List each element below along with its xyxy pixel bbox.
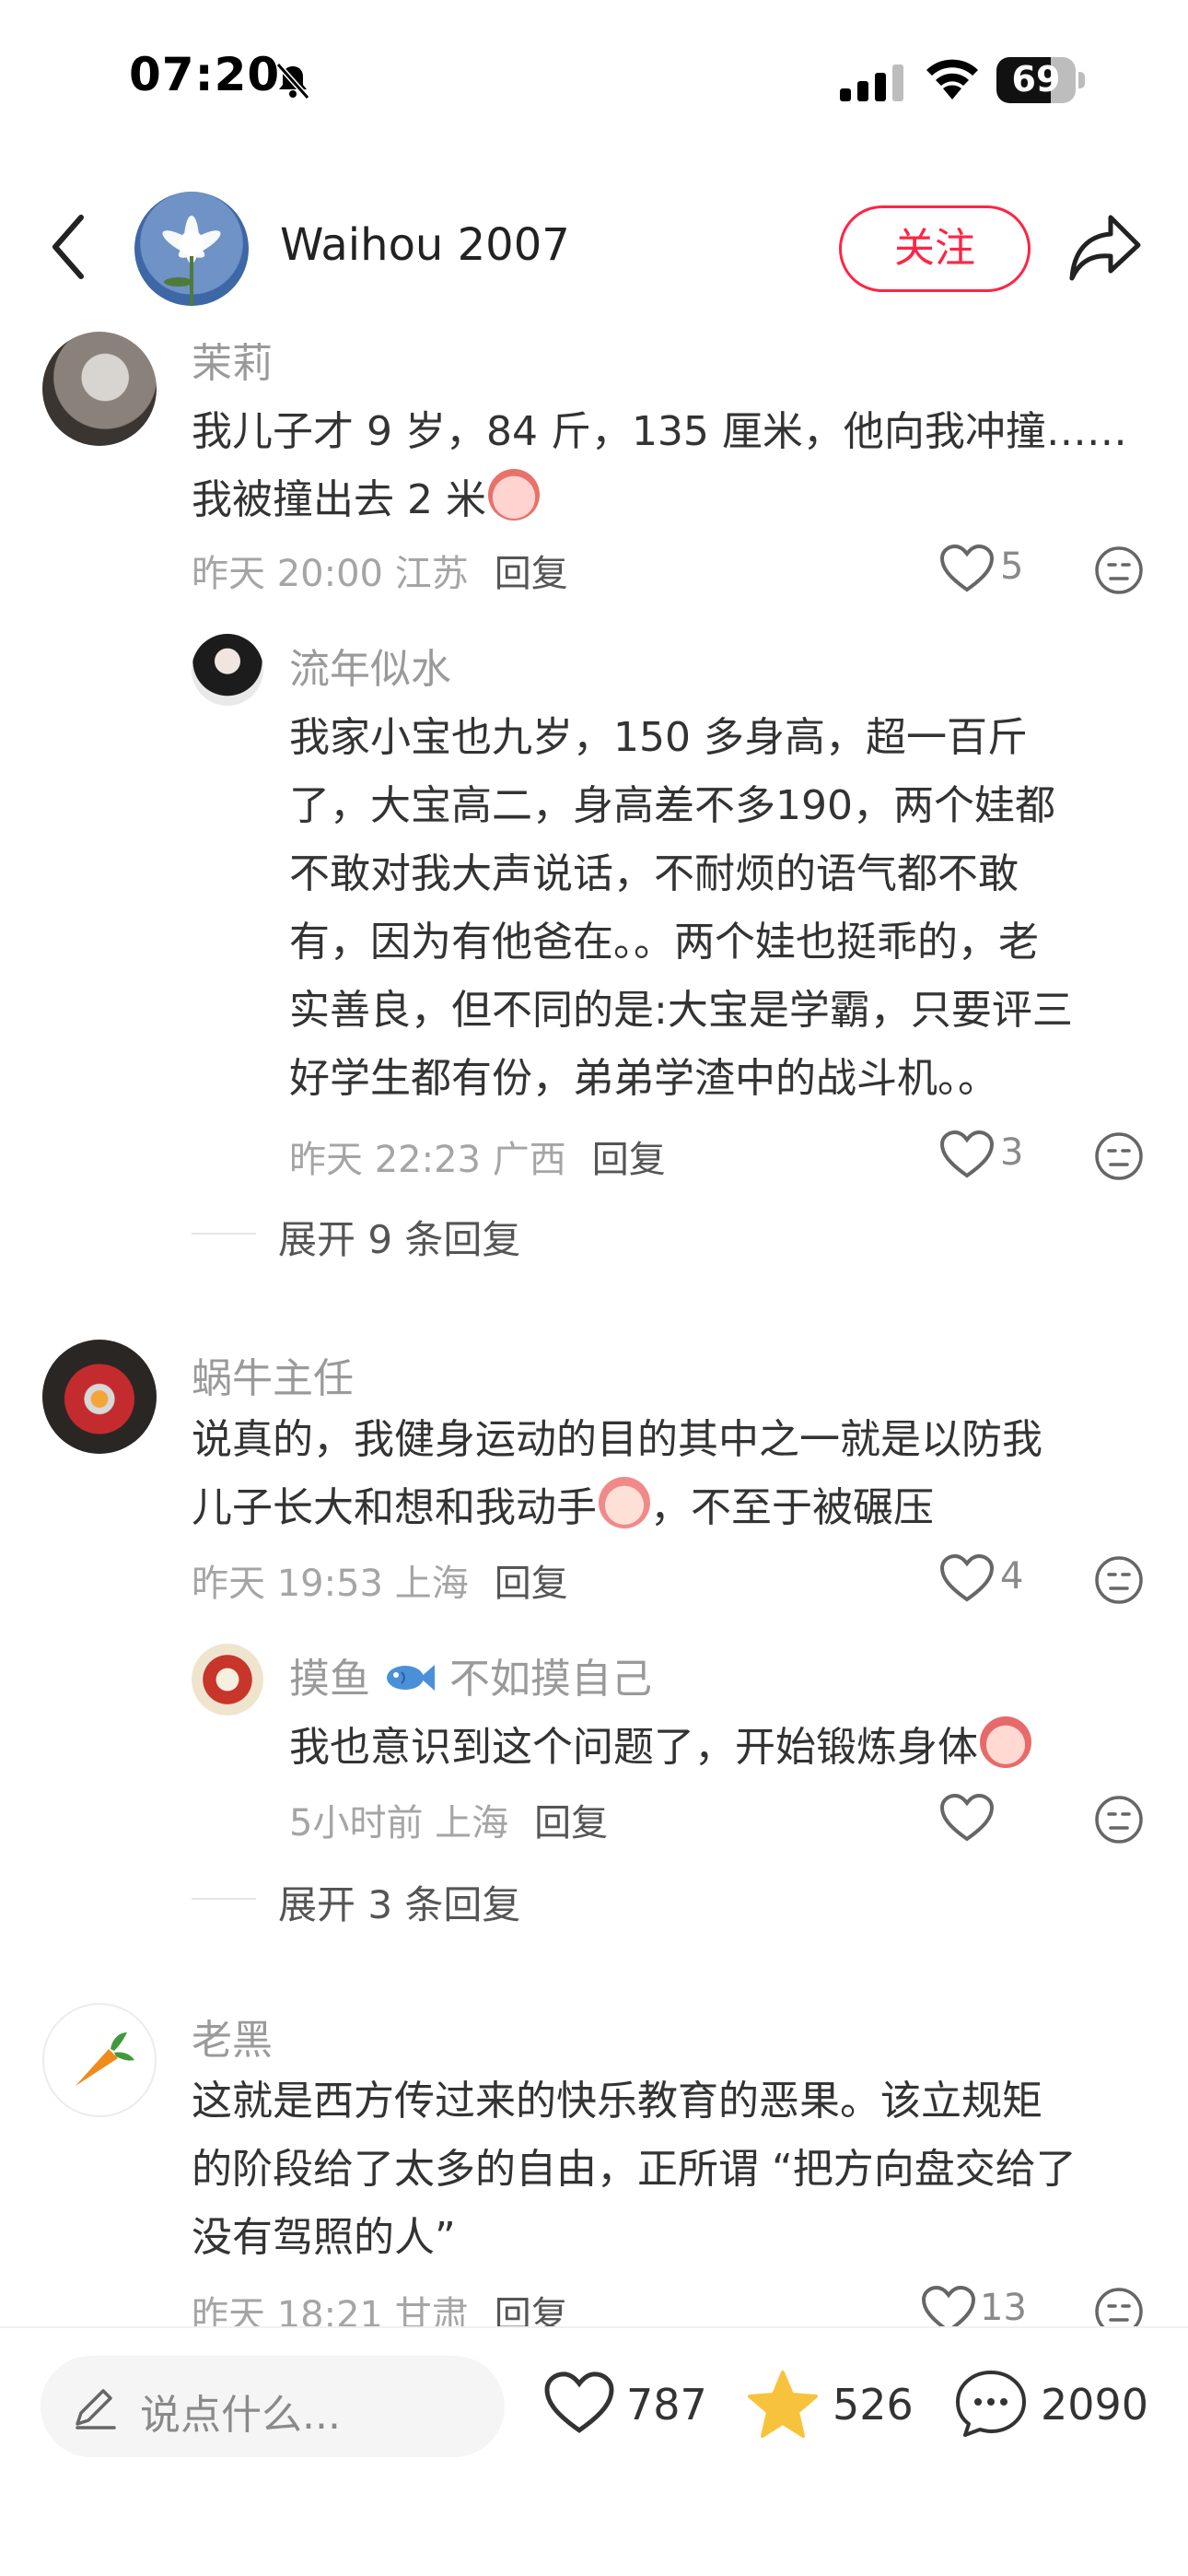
author-name[interactable]: Waihou 2007 <box>280 219 570 271</box>
status-bar: 07:20 69 <box>0 0 1188 157</box>
comment-meta: 昨天 19:53 上海 回复 <box>192 1563 568 1605</box>
like-count: 5 <box>1000 545 1024 588</box>
wifi-icon <box>926 59 978 100</box>
reply-button[interactable]: 回复 <box>495 553 568 595</box>
like-count: 13 <box>980 2287 1027 2326</box>
comment-button[interactable]: 2090 <box>954 2367 1157 2441</box>
like-count: 3 <box>1000 1131 1024 1174</box>
reply-username[interactable]: 摸鱼 不如摸自己 <box>289 1645 652 1704</box>
user-avatar[interactable] <box>42 2003 157 2117</box>
comment-text: 这就是西方传过来的快乐教育的恶果。该立规矩 的阶段给了太多的自由，正所谓 “把方… <box>192 2078 1077 2261</box>
reaction-face-icon[interactable] <box>1094 1795 1144 1844</box>
like-icon[interactable] <box>939 1130 995 1179</box>
comment-meta: 昨天 20:00 江苏 回复 <box>192 553 568 595</box>
reaction-face-icon[interactable] <box>1094 1555 1144 1605</box>
reaction-face-icon[interactable] <box>1094 545 1144 595</box>
reply-text: 我也意识到这个问题了，开始锻炼身体 <box>289 1714 1146 1782</box>
expand-divider <box>192 1898 256 1900</box>
like-icon[interactable] <box>939 1793 995 1843</box>
back-icon[interactable] <box>46 210 92 284</box>
battery-level: 69 <box>1011 59 1061 100</box>
author-avatar[interactable] <box>134 192 249 306</box>
battery-icon: 69 <box>996 57 1085 103</box>
reaction-face-icon[interactable] <box>1094 1131 1144 1181</box>
cellular-signal-icon <box>840 64 903 101</box>
reply-meta: 昨天 22:23 广西 回复 <box>289 1139 666 1181</box>
reply-meta: 5小时前 上海 回复 <box>289 1802 609 1844</box>
reaction-face-icon[interactable] <box>1094 2287 1144 2326</box>
favorite-total: 526 <box>833 2380 914 2430</box>
user-avatar[interactable] <box>192 1644 263 1715</box>
comment-username[interactable]: 茉莉 <box>192 330 273 389</box>
comment-username[interactable]: 老黑 <box>192 2007 273 2066</box>
reply-button[interactable]: 回复 <box>592 1139 666 1181</box>
heart-icon <box>544 2371 614 2433</box>
like-icon[interactable] <box>939 544 995 593</box>
reply-text: 我家小宝也九岁，150 多身高，超一百斤 了，大宝高二，身高差不多190，两个娃… <box>289 714 1073 1102</box>
bottom-action-bar: 说点什么... 787 526 2090 <box>0 2326 1188 2576</box>
like-icon[interactable] <box>921 2285 976 2326</box>
sweat-emoji-icon <box>487 469 540 521</box>
post-header: Waihou 2007 关注 <box>0 175 1188 322</box>
expand-replies-button[interactable]: 展开 3 条回复 <box>278 1874 520 1930</box>
favorite-button[interactable]: 526 <box>746 2367 921 2441</box>
comment-text: 我儿子才 9 岁，84 斤，135 厘米，他向我冲撞…… 我被撞出去 2 米 <box>192 408 1127 523</box>
reply-button[interactable]: 回复 <box>495 2294 568 2326</box>
bell-muted-icon <box>275 63 310 100</box>
expand-replies-button[interactable]: 展开 9 条回复 <box>278 1209 520 1265</box>
user-avatar[interactable] <box>192 634 263 706</box>
comment-total: 2090 <box>1041 2380 1149 2430</box>
comment-list: 茉莉 我儿子才 9 岁，84 斤，135 厘米，他向我冲撞…… 我被撞出去 2 … <box>0 322 1188 2326</box>
like-button[interactable]: 787 <box>543 2367 718 2441</box>
expand-divider <box>192 1233 256 1235</box>
like-count: 4 <box>1000 1555 1024 1598</box>
crying-emoji-icon <box>980 1716 1031 1768</box>
like-icon[interactable] <box>939 1553 995 1603</box>
status-time: 07:20 <box>129 48 281 101</box>
user-avatar[interactable] <box>42 1340 157 1454</box>
like-total: 787 <box>626 2380 707 2430</box>
reply-button[interactable]: 回复 <box>495 1563 568 1605</box>
comment-meta: 昨天 18:21 甘肃 回复 <box>192 2285 568 2326</box>
fish-emoji-icon <box>387 1665 435 1691</box>
user-avatar[interactable] <box>42 332 157 446</box>
comment-input-placeholder: 说点什么... <box>140 2392 341 2439</box>
star-icon <box>748 2371 818 2438</box>
comment-input[interactable]: 说点什么... <box>41 2356 505 2457</box>
crying-emoji-icon <box>599 1477 650 1528</box>
reply-username[interactable]: 流年似水 <box>289 636 451 695</box>
pen-icon <box>76 2389 116 2430</box>
comment-username[interactable]: 蜗牛主任 <box>192 1345 354 1404</box>
share-icon[interactable] <box>1068 212 1142 282</box>
reply-button[interactable]: 回复 <box>534 1802 608 1844</box>
chat-bubble-icon <box>956 2371 1026 2437</box>
carrot-icon <box>76 2032 134 2086</box>
follow-button[interactable]: 关注 <box>839 205 1031 292</box>
comment-text: 说真的，我健身运动的目的其中之一就是以防我 儿子长大和想和我动手 ，不至于被碾压 <box>192 1416 1042 1531</box>
